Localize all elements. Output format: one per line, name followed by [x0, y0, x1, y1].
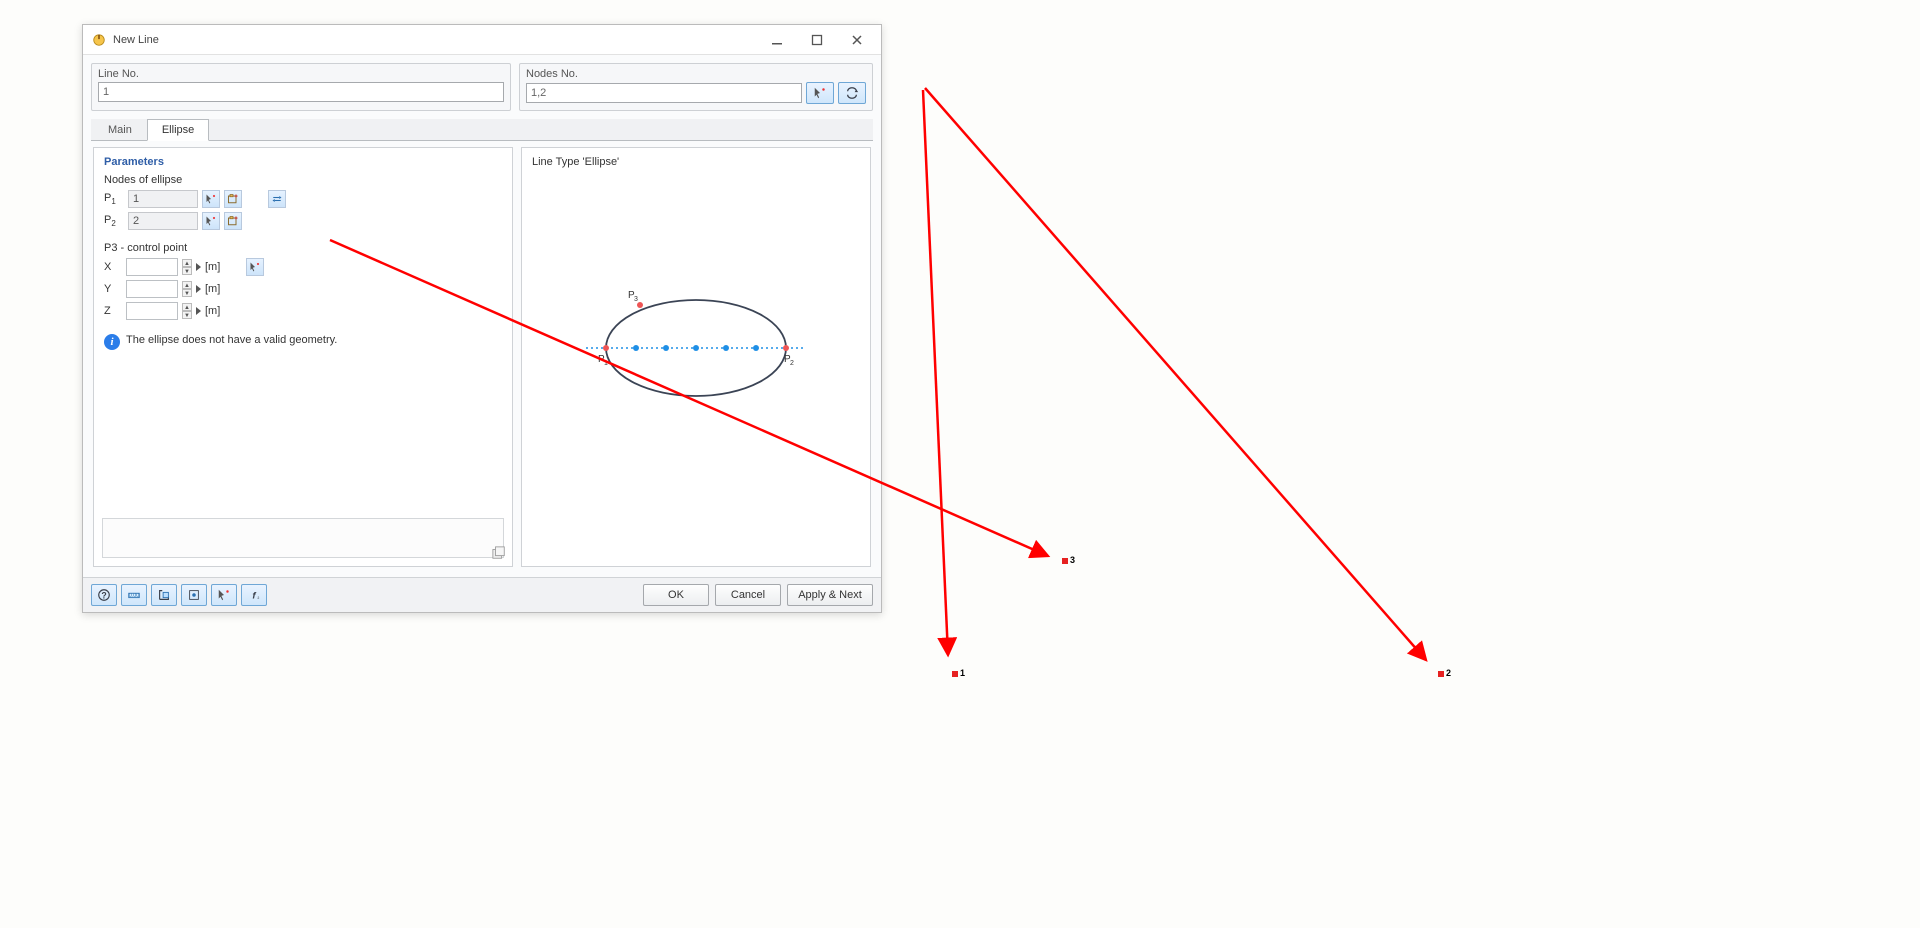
p3-pick-button[interactable]: [246, 258, 264, 276]
svg-text:3: 3: [634, 296, 638, 303]
svg-text:f: f: [252, 591, 256, 602]
p2-input[interactable]: [128, 212, 198, 230]
z-menu-arrow[interactable]: [196, 307, 201, 315]
svg-text:²: ²: [258, 596, 260, 602]
x-label: X: [104, 261, 122, 273]
info-text: The ellipse does not have a valid geomet…: [126, 334, 337, 346]
minimize-button[interactable]: [757, 26, 797, 54]
line-no-input[interactable]: [98, 82, 504, 102]
preview-title: Line Type 'Ellipse': [532, 156, 860, 168]
nodes-no-label: Nodes No.: [526, 68, 866, 80]
help-button[interactable]: ?: [91, 584, 117, 606]
parameters-label: Parameters: [104, 156, 502, 168]
ellipse-preview: P1 P2 P3: [522, 278, 870, 418]
swap-nodes-button[interactable]: [268, 190, 286, 208]
app-icon: [91, 32, 107, 48]
comment-corner-icon[interactable]: [490, 544, 508, 562]
tab-ellipse[interactable]: Ellipse: [147, 119, 209, 141]
nodes-of-ellipse-heading: Nodes of ellipse: [104, 174, 502, 186]
p1-input[interactable]: [128, 190, 198, 208]
viewport-label-2: 2: [1446, 668, 1451, 678]
apply-next-button[interactable]: Apply & Next: [787, 584, 873, 606]
svg-text:?: ?: [101, 591, 106, 601]
viewport-label-1: 1: [960, 668, 965, 678]
z-row: Z ▲▼ [m]: [104, 302, 502, 320]
z-input[interactable]: [126, 302, 178, 320]
svg-text:1: 1: [604, 360, 608, 367]
viewport-point-1: [952, 671, 958, 677]
y-input[interactable]: [126, 280, 178, 298]
dialog-footer: ? 0.00 f² OK Cancel Apply & Next: [83, 577, 881, 612]
p1-new-node-button[interactable]: [224, 190, 242, 208]
info-icon: i: [104, 334, 120, 350]
viewport-point-3: [1062, 558, 1068, 564]
svg-text:2: 2: [790, 360, 794, 367]
x-spinner[interactable]: ▲▼: [182, 259, 192, 275]
line-no-label: Line No.: [98, 68, 504, 80]
close-button[interactable]: [837, 26, 877, 54]
y-spinner[interactable]: ▲▼: [182, 281, 192, 297]
x-input[interactable]: [126, 258, 178, 276]
maximize-button[interactable]: [797, 26, 837, 54]
p1-pick-button[interactable]: [202, 190, 220, 208]
z-spinner[interactable]: ▲▼: [182, 303, 192, 319]
line-no-section: Line No.: [91, 63, 511, 111]
scale-button[interactable]: [151, 584, 177, 606]
comment-area[interactable]: [102, 518, 504, 558]
y-unit: [m]: [205, 283, 220, 295]
svg-text:0.00: 0.00: [129, 593, 139, 599]
y-label: Y: [104, 283, 122, 295]
window-title: New Line: [113, 34, 757, 46]
pick-tool-button[interactable]: [211, 584, 237, 606]
formula-button[interactable]: f²: [241, 584, 267, 606]
info-row: i The ellipse does not have a valid geom…: [104, 334, 502, 350]
new-line-dialog: New Line Line No. Nodes No.: [82, 24, 882, 613]
p2-row: P2: [104, 212, 502, 230]
tab-main[interactable]: Main: [93, 119, 147, 140]
grid-line-button[interactable]: [181, 584, 207, 606]
reverse-nodes-button[interactable]: [838, 82, 866, 104]
nodes-no-input[interactable]: [526, 83, 802, 103]
preview-panel: Line Type 'Ellipse' P1 P2: [521, 147, 871, 567]
p3-heading: P3 - control point: [104, 242, 502, 254]
p2-pick-button[interactable]: [202, 212, 220, 230]
p1-row: P1: [104, 190, 502, 208]
x-menu-arrow[interactable]: [196, 263, 201, 271]
p1-label: P1: [104, 192, 124, 206]
x-row: X ▲▼ [m]: [104, 258, 502, 276]
ok-button[interactable]: OK: [643, 584, 709, 606]
viewport-label-3: 3: [1070, 555, 1075, 565]
units-button[interactable]: 0.00: [121, 584, 147, 606]
tabs: Main Ellipse: [91, 119, 873, 141]
p2-label: P2: [104, 214, 124, 228]
y-row: Y ▲▼ [m]: [104, 280, 502, 298]
y-menu-arrow[interactable]: [196, 285, 201, 293]
parameters-panel: Parameters Nodes of ellipse P1: [93, 147, 513, 567]
p2-new-node-button[interactable]: [224, 212, 242, 230]
pick-nodes-button[interactable]: [806, 82, 834, 104]
nodes-no-section: Nodes No.: [519, 63, 873, 111]
x-unit: [m]: [205, 261, 220, 273]
z-unit: [m]: [205, 305, 220, 317]
viewport-point-2: [1438, 671, 1444, 677]
cancel-button[interactable]: Cancel: [715, 584, 781, 606]
titlebar: New Line: [83, 25, 881, 55]
z-label: Z: [104, 305, 122, 317]
